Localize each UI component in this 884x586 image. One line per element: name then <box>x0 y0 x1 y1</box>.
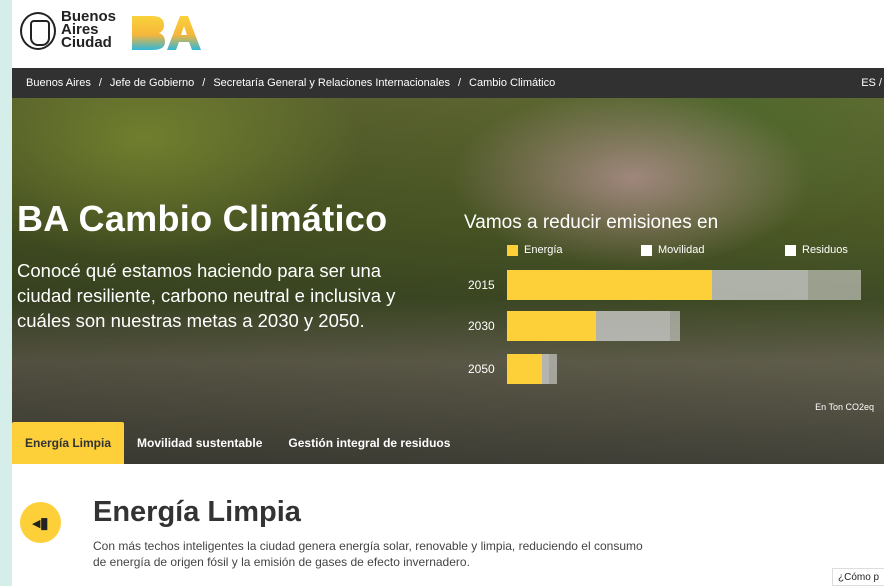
breadcrumb-item-home[interactable]: Buenos Aires <box>26 77 91 89</box>
legend-movilidad-swatch <box>641 244 652 256</box>
hero: BA Cambio Climático Conocé qué estamos h… <box>12 98 884 464</box>
bar-2050-residuos <box>549 354 557 384</box>
bar-2015-energía <box>507 270 713 300</box>
breadcrumb-item-secretaria[interactable]: Secretaría General y Relaciones Internac… <box>213 77 450 89</box>
page: Buenos Aires Ciudad Buenos Aires / Jefe … <box>12 0 884 586</box>
legend-energia-swatch <box>507 244 518 256</box>
year-label-2030: 2030 <box>468 319 495 333</box>
breadcrumb-separator: / <box>98 77 102 89</box>
legend-residuos: Residuos <box>785 244 848 256</box>
plug-icon: ◂▮ <box>20 502 61 543</box>
tab-gestion-residuos[interactable]: Gestión integral de residuos <box>275 422 463 464</box>
bar-2015-residuos <box>807 270 861 300</box>
legend-energia: Energía <box>507 244 563 256</box>
legend-residuos-label: Residuos <box>802 244 848 256</box>
year-label-2050: 2050 <box>468 362 495 376</box>
hero-subtitle: Conocé qué estamos haciendo para ser una… <box>17 260 396 331</box>
section-title: Energía Limpia <box>93 496 301 528</box>
language-switch[interactable]: ES / <box>861 77 882 89</box>
legend-movilidad: Movilidad <box>641 244 704 256</box>
ba-logo[interactable] <box>130 14 202 52</box>
city-brand[interactable]: Buenos Aires Ciudad <box>61 9 116 51</box>
bar-2030-residuos <box>669 311 681 341</box>
breadcrumb-separator: / <box>457 77 462 89</box>
breadcrumb-separator: / <box>202 77 206 89</box>
year-label-2015: 2015 <box>468 278 495 292</box>
chart-unit: En Ton CO2eq <box>815 402 874 412</box>
breadcrumb: Buenos Aires / Jefe de Gobierno / Secret… <box>12 68 884 98</box>
bar-2030-energía <box>507 311 596 341</box>
legend-movilidad-label: Movilidad <box>658 244 705 256</box>
city-seal-icon[interactable] <box>20 12 56 50</box>
tab-bar: Energía Limpia Movilidad sustentable Ges… <box>12 422 463 464</box>
bar-2030-movilidad <box>595 311 670 341</box>
hero-title: BA Cambio Climático <box>17 198 388 239</box>
section-text: Con más techos inteligentes la ciudad ge… <box>93 539 643 569</box>
breadcrumb-item-current: Cambio Climático <box>469 77 556 89</box>
legend-energia-label: Energía <box>524 244 563 256</box>
brand-line-3: Ciudad <box>61 34 112 51</box>
header: Buenos Aires Ciudad <box>12 0 884 68</box>
bar-2050-movilidad <box>542 354 550 384</box>
tab-movilidad-sustentable[interactable]: Movilidad sustentable <box>124 422 275 464</box>
legend-residuos-swatch <box>785 244 796 256</box>
bar-2015-movilidad <box>712 270 808 300</box>
tab-energia-limpia[interactable]: Energía Limpia <box>12 422 125 464</box>
chart-title: Vamos a reducir emisiones en <box>464 212 719 233</box>
breadcrumb-item-jefe[interactable]: Jefe de Gobierno <box>110 77 194 89</box>
help-button[interactable]: ¿Cómo p <box>832 568 884 586</box>
bar-2050-energía <box>507 354 543 384</box>
